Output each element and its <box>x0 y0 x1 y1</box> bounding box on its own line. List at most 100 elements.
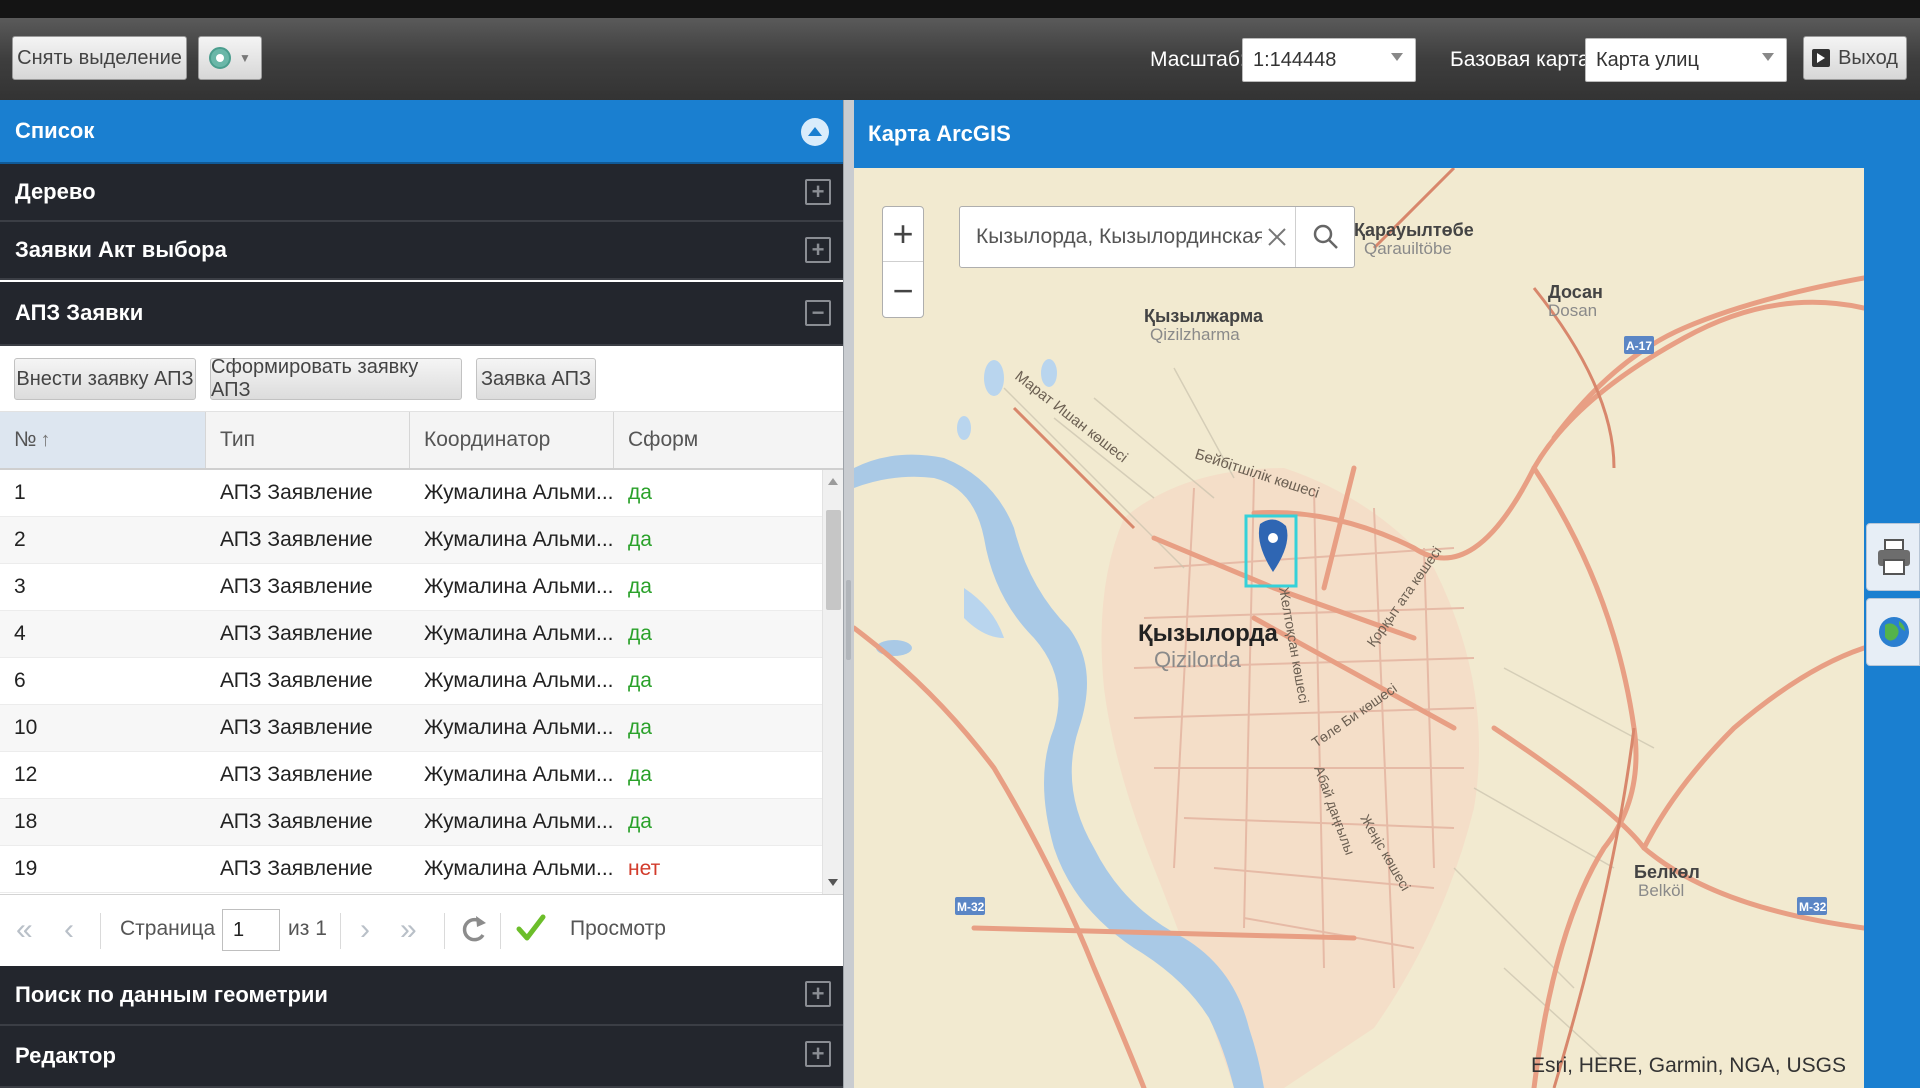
place-label: Qarauiltöbe <box>1364 239 1452 258</box>
grid-header: № ↑ Тип Координатор Сформ <box>0 412 843 470</box>
refresh-icon[interactable] <box>458 911 488 949</box>
basemap-graphic: Қарауылтөбе Qarauiltöbe Досан Dosan Қызы… <box>854 168 1864 1088</box>
column-coord-label: Координатор <box>424 428 551 451</box>
panel-splitter[interactable] <box>843 100 854 1088</box>
prev-page-icon[interactable]: ‹ <box>64 913 74 947</box>
view-label[interactable]: Просмотр <box>570 917 666 941</box>
cell-coordinator: Жумалина Альми... <box>424 669 614 692</box>
table-row[interactable]: 10 АПЗ Заявление Жумалина Альми... да <box>0 705 822 752</box>
table-row[interactable]: 4 АПЗ Заявление Жумалина Альми... да <box>0 611 822 658</box>
page-label: Страница <box>120 917 216 940</box>
section-editor-header[interactable]: Редактор + <box>0 1026 843 1088</box>
exit-button[interactable]: Выход <box>1803 36 1907 80</box>
city-label: Қызылорда <box>1138 620 1278 647</box>
expand-plus-icon[interactable]: + <box>805 237 831 263</box>
column-form-label: Сформ <box>628 428 699 451</box>
scale-select[interactable]: 1:144448 <box>1242 38 1416 82</box>
section-list-header[interactable]: Список <box>0 100 843 164</box>
splitter-handle[interactable] <box>846 580 851 660</box>
zoom-out-button[interactable]: − <box>883 263 923 318</box>
search-button[interactable] <box>1298 207 1354 267</box>
cell-num: 12 <box>14 763 38 786</box>
next-page-icon[interactable]: › <box>360 913 370 947</box>
column-header-coordinator[interactable]: Координатор <box>410 412 614 468</box>
expand-plus-icon[interactable]: + <box>805 981 831 1007</box>
map-panel-header: Карта ArcGIS <box>854 100 1920 168</box>
exit-label: Выход <box>1838 46 1898 69</box>
search-icon <box>1313 224 1338 249</box>
form-apz-button[interactable]: Сформировать заявку АПЗ <box>210 356 462 401</box>
table-row[interactable]: 1 АПЗ Заявление Жумалина Альми... да <box>0 470 822 517</box>
cell-type: АПЗ Заявление <box>220 575 373 598</box>
scroll-down-arrow-icon[interactable] <box>828 879 838 886</box>
apz-toolbar: Внести заявку АПЗ Сформировать заявку АП… <box>0 346 843 412</box>
table-row[interactable]: 12 АПЗ Заявление Жумалина Альми... да <box>0 752 822 799</box>
cell-num: 2 <box>14 528 26 551</box>
cell-coordinator: Жумалина Альми... <box>424 622 614 645</box>
section-list-title: Список <box>15 118 95 143</box>
chevron-down-icon <box>1762 53 1774 61</box>
road-shield-label: A-17 <box>1626 339 1652 353</box>
map-canvas[interactable]: Қарауылтөбе Qarauiltöbe Досан Dosan Қызы… <box>854 168 1864 1088</box>
cell-coordinator: Жумалина Альми... <box>424 575 614 598</box>
table-row[interactable]: 18 АПЗ Заявление Жумалина Альми... да <box>0 799 822 846</box>
cell-num: 4 <box>14 622 26 645</box>
page-number-input[interactable] <box>222 909 280 951</box>
cell-formed: да <box>628 622 652 645</box>
first-page-icon[interactable]: « <box>16 913 33 947</box>
section-editor-title: Редактор <box>15 1043 116 1068</box>
section-akt-title: Заявки Акт выбора <box>15 237 227 262</box>
collapse-minus-icon[interactable]: − <box>805 300 831 326</box>
table-row[interactable]: 19 АПЗ Заявление Жумалина Альми... нет <box>0 846 822 893</box>
add-apz-button[interactable]: Внести заявку АПЗ <box>14 358 196 400</box>
cell-num: 18 <box>14 810 38 833</box>
column-header-num[interactable]: № ↑ <box>0 412 206 468</box>
road-shield-label: M-32 <box>957 900 985 914</box>
map-title: Карта ArcGIS <box>868 121 1011 146</box>
place-label: Qizilzharma <box>1150 325 1240 344</box>
table-row[interactable]: 2 АПЗ Заявление Жумалина Альми... да <box>0 517 822 564</box>
cell-type: АПЗ Заявление <box>220 857 373 880</box>
cell-formed: да <box>628 669 652 692</box>
apz-request-button[interactable]: Заявка АПЗ <box>476 358 596 400</box>
place-label: Қызылжарма <box>1144 306 1264 326</box>
scroll-up-arrow-icon[interactable] <box>828 478 838 485</box>
city-label: Qizilorda <box>1154 647 1242 672</box>
print-button[interactable] <box>1866 523 1920 591</box>
table-row[interactable]: 3 АПЗ Заявление Жумалина Альми... да <box>0 564 822 611</box>
column-num-label: № <box>14 428 37 451</box>
collapse-up-icon[interactable] <box>801 118 829 146</box>
place-label: Dosan <box>1548 301 1597 320</box>
expand-plus-icon[interactable]: + <box>805 179 831 205</box>
top-toolbar: Снять выделение ▼ Масштаб: 1:144448 Базо… <box>0 18 1920 100</box>
place-label: Белкөл <box>1634 862 1700 882</box>
checkmark-icon[interactable] <box>516 911 546 945</box>
column-header-formed[interactable]: Сформ <box>614 412 843 468</box>
zoom-in-button[interactable]: + <box>883 207 923 262</box>
pager-divider <box>444 913 445 949</box>
section-tree-title: Дерево <box>15 179 96 204</box>
basemap-select[interactable]: Карта улиц <box>1585 38 1787 82</box>
locate-dropdown-button[interactable]: ▼ <box>198 36 262 80</box>
column-header-type[interactable]: Тип <box>206 412 410 468</box>
map-search-box <box>959 206 1355 268</box>
search-divider <box>1295 207 1296 267</box>
deselect-button[interactable]: Снять выделение <box>12 36 187 80</box>
map-search-input[interactable] <box>962 209 1262 265</box>
cell-type: АПЗ Заявление <box>220 763 373 786</box>
grid-scrollbar[interactable] <box>822 470 843 894</box>
table-row[interactable]: 6 АПЗ Заявление Жумалина Альми... да <box>0 658 822 705</box>
globe-icon <box>1879 617 1909 647</box>
expand-plus-icon[interactable]: + <box>805 1041 831 1067</box>
last-page-icon[interactable]: » <box>400 913 417 947</box>
section-akt-header[interactable]: Заявки Акт выбора + <box>0 222 843 280</box>
section-geometry-title: Поиск по данным геометрии <box>15 982 328 1007</box>
cell-formed: нет <box>628 857 661 880</box>
cell-num: 6 <box>14 669 26 692</box>
clear-icon[interactable] <box>1264 224 1290 250</box>
section-geometry-header[interactable]: Поиск по данным геометрии + <box>0 966 843 1026</box>
section-tree-header[interactable]: Дерево + <box>0 164 843 222</box>
scroll-thumb[interactable] <box>826 510 841 610</box>
basemap-gallery-button[interactable] <box>1866 598 1920 666</box>
section-apz-header[interactable]: АПЗ Заявки − <box>0 282 843 346</box>
